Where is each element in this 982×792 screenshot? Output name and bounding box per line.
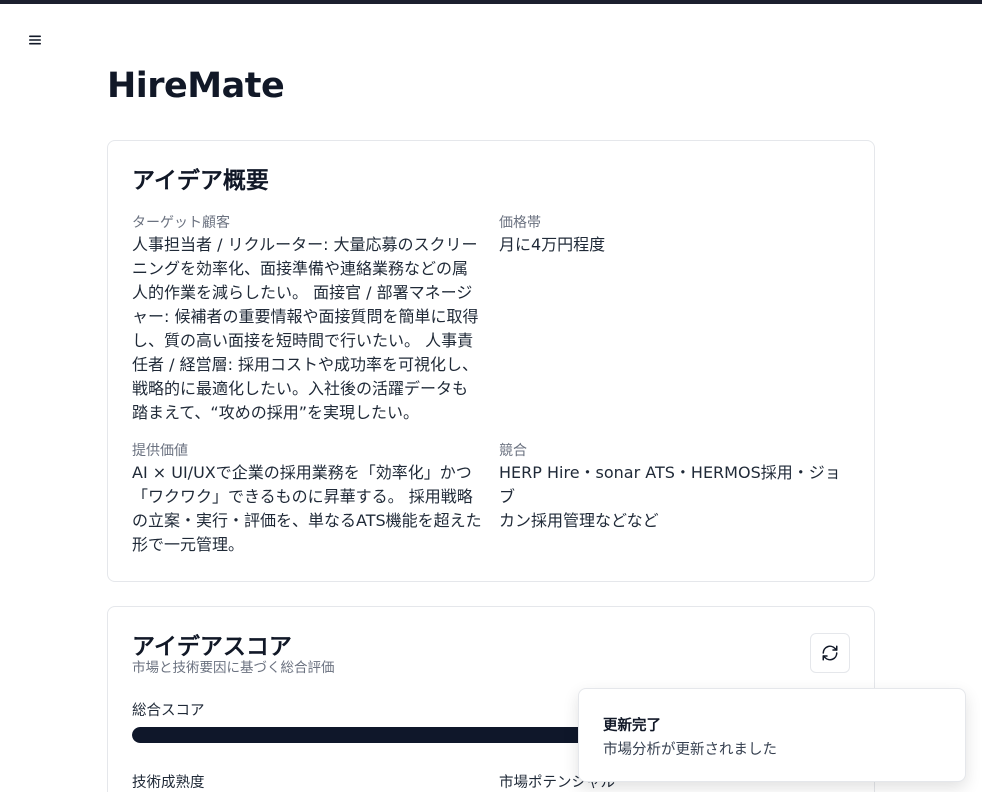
text-line: HERP Hire・sonar ATS・HERMOS採用・ジョブ (499, 463, 841, 506)
text-line: 月に4万円程度 (499, 235, 606, 254)
target-customer-value: 人事担当者 / リクルーター: 大量応募のスクリー ニングを効率化、面接準備や連… (132, 233, 484, 425)
text-line: 任者 / 経営層: 採用コストや成功率を可視化し、 (132, 355, 479, 374)
refresh-button[interactable] (810, 633, 850, 673)
score-subtitle: 市場と技術要因に基づく総合評価 (132, 660, 335, 676)
text-line: 人的作業を減らしたい。 面接官 / 部署マネージ (132, 283, 473, 302)
menu-button[interactable] (24, 29, 46, 51)
price-range-field: 価格帯 月に4万円程度 (499, 213, 851, 257)
refresh-icon (822, 645, 838, 661)
hamburger-menu-icon (29, 35, 41, 45)
text-line: AI × UI/UXで企業の採用業務を「効率化」かつ (132, 463, 472, 482)
value-proposition-value: AI × UI/UXで企業の採用業務を「効率化」かつ 「ワクワク」できるものに昇… (132, 461, 484, 557)
app-title: HireMate (107, 66, 285, 106)
price-range-label: 価格帯 (499, 215, 541, 231)
toast-description: 市場分析が更新されました (603, 742, 777, 758)
value-proposition-field: 提供価値 AI × UI/UXで企業の採用業務を「効率化」かつ 「ワクワク」でき… (132, 441, 484, 557)
text-line: カン採用管理などなど (499, 511, 659, 530)
total-score-fill (132, 727, 621, 743)
competitors-field: 競合 HERP Hire・sonar ATS・HERMOS採用・ジョブ カン採用… (499, 441, 851, 533)
total-score-label: 総合スコア (132, 703, 205, 719)
text-line: の立案・実行・評価を、単なるATS機能を超えた (132, 511, 482, 530)
text-line: し、質の高い面接を短時間で行いたい。 人事責 (132, 331, 474, 350)
top-accent-bar (0, 0, 982, 4)
competitors-value: HERP Hire・sonar ATS・HERMOS採用・ジョブ カン採用管理な… (499, 461, 851, 533)
target-customer-field: ターゲット顧客 人事担当者 / リクルーター: 大量応募のスクリー ニングを効率… (132, 213, 484, 425)
price-range-value: 月に4万円程度 (499, 233, 851, 257)
value-proposition-label: 提供価値 (132, 443, 188, 459)
text-line: 人事担当者 / リクルーター: 大量応募のスクリー (132, 235, 478, 254)
text-line: ニングを効率化、面接準備や連絡業務などの属 (132, 259, 469, 278)
update-toast: 更新完了 市場分析が更新されました (578, 688, 966, 782)
text-line: ャー: 候補者の重要情報や面接質問を簡単に取得 (132, 307, 479, 326)
competitors-label: 競合 (499, 443, 527, 459)
text-line: 形で一元管理。 (132, 535, 245, 554)
toast-title: 更新完了 (603, 718, 661, 734)
tech-maturity-label: 技術成熟度 (132, 775, 205, 791)
overview-title: アイデア概要 (132, 168, 269, 194)
text-line: 戦略的に最適化したい。入社後の活躍データも (132, 379, 469, 398)
idea-overview-card: アイデア概要 ターゲット顧客 人事担当者 / リクルーター: 大量応募のスクリー… (107, 140, 875, 582)
target-customer-label: ターゲット顧客 (132, 215, 230, 231)
text-line: 踏まえて、“攻めの採用”を実現したい。 (132, 403, 419, 422)
text-line: 「ワクワク」できるものに昇華する。 採用戦略 (132, 487, 473, 506)
